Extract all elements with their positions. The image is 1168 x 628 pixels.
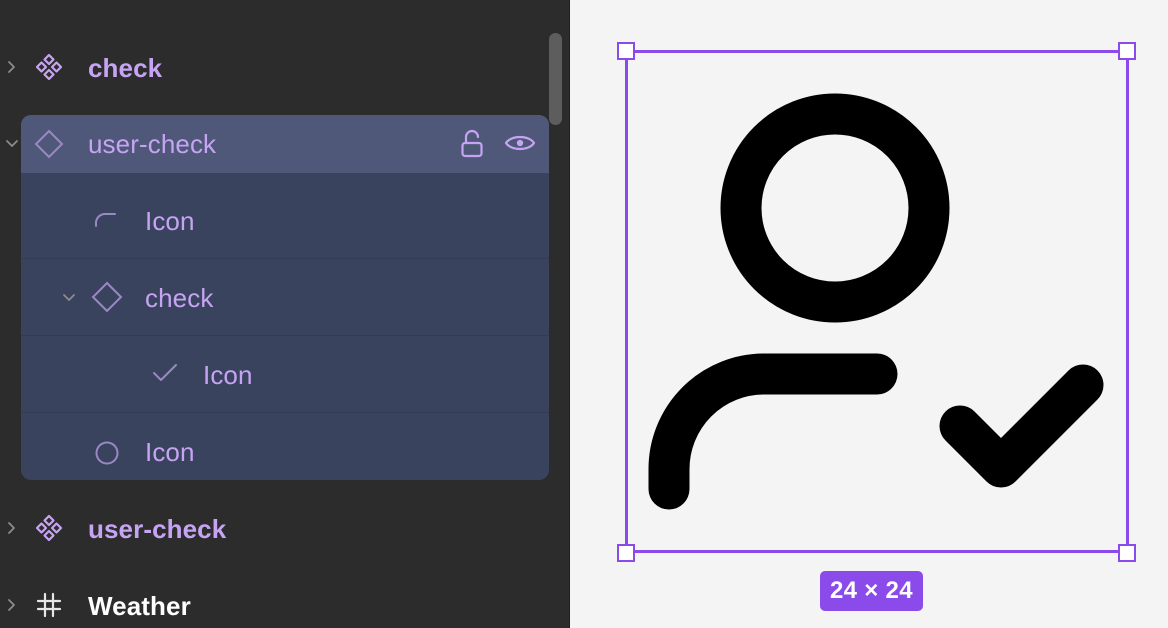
resize-handle-bottom-left[interactable] (617, 544, 635, 562)
layer-row-icon-path[interactable]: Icon (21, 182, 549, 258)
resize-handle-bottom-right[interactable] (1118, 544, 1136, 562)
chevron-right-icon[interactable] (4, 59, 20, 75)
check-icon (153, 364, 177, 381)
chevron-right-icon[interactable] (4, 520, 20, 536)
layer-row-check[interactable]: check (0, 29, 548, 105)
frame-icon (36, 592, 62, 618)
layer-label: check (88, 53, 163, 83)
layer-label: user-check (88, 129, 217, 159)
layer-row-icon-check[interactable]: Icon (21, 335, 549, 411)
dimension-badge: 24 × 24 (820, 571, 923, 611)
component-icon (35, 514, 63, 542)
scrollbar-thumb[interactable] (549, 33, 562, 125)
layer-row-check-instance[interactable]: check (21, 258, 549, 334)
layer-label: check (145, 283, 214, 313)
instance-icon (91, 281, 123, 313)
component-icon (35, 53, 63, 81)
resize-handle-top-right[interactable] (1118, 42, 1136, 60)
layer-row-icon-ellipse[interactable]: Icon (21, 412, 549, 480)
chevron-right-icon[interactable] (4, 597, 20, 613)
layer-row-user-check-component[interactable]: user-check (0, 490, 548, 566)
path-icon (95, 213, 116, 227)
ellipse-icon (95, 441, 119, 465)
layer-label: Icon (145, 206, 195, 236)
chevron-down-icon[interactable] (4, 136, 20, 152)
chevron-down-icon[interactable] (61, 290, 77, 306)
layer-group-user-check: user-check Icon check Icon Icon (21, 115, 549, 480)
layers-panel: check user-check Icon check Icon Icon us… (0, 0, 570, 628)
selection-box[interactable] (625, 50, 1129, 553)
unlock-icon[interactable] (459, 129, 485, 159)
layer-label: Icon (203, 360, 253, 390)
resize-handle-top-left[interactable] (617, 42, 635, 60)
layer-row-user-check-selected[interactable]: user-check (21, 115, 549, 173)
eye-icon[interactable] (504, 131, 536, 155)
layer-label: Weather (88, 591, 191, 621)
layer-row-weather[interactable]: Weather (0, 567, 548, 628)
instance-icon (34, 129, 64, 159)
layer-label: user-check (88, 514, 227, 544)
layer-label: Icon (145, 437, 195, 467)
